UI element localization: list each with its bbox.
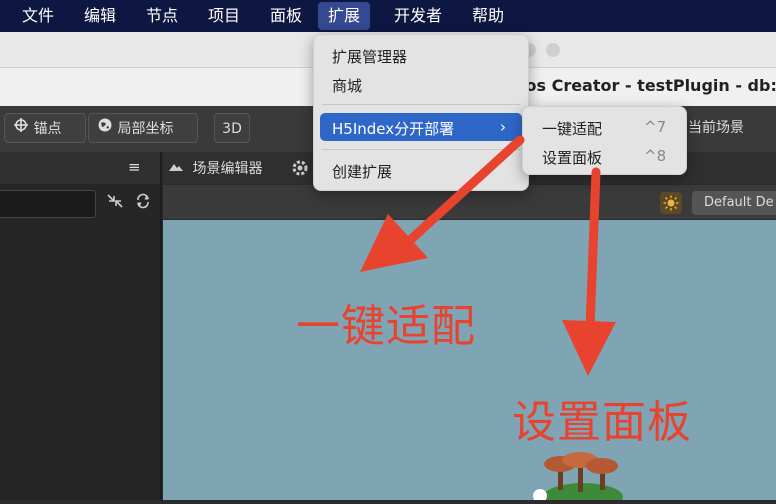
arrow-right-head [562, 320, 616, 376]
arrow-right-shaft [585, 167, 601, 333]
arrow-left-head [360, 214, 428, 272]
annotation-one-click-adapt: 一键适配 [296, 301, 476, 352]
arrow-left-shaft [403, 135, 525, 247]
annotation-settings-panel: 设置面板 [512, 397, 692, 448]
